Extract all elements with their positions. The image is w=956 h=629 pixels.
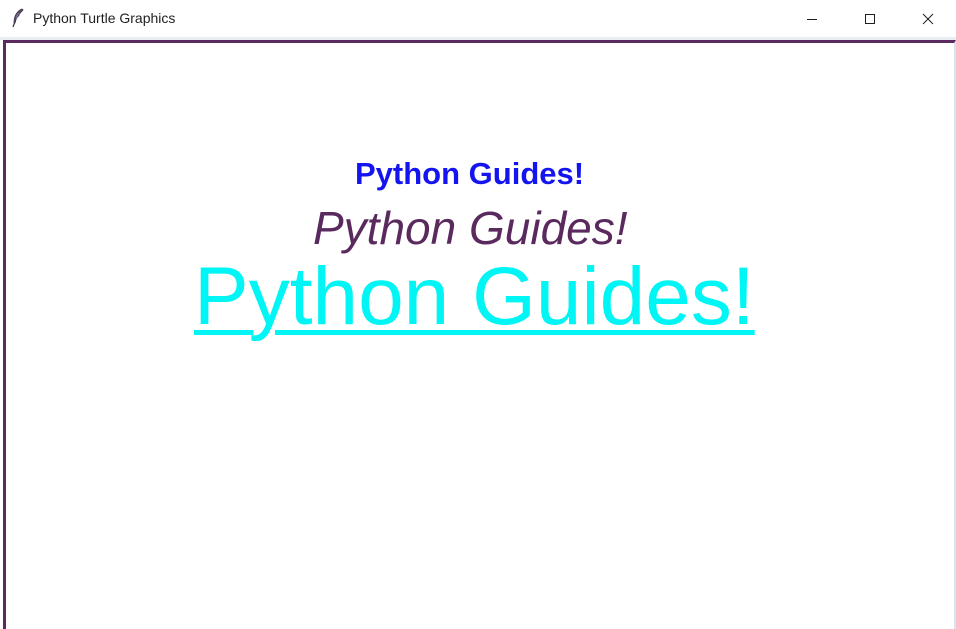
- canvas-text-bold: Python Guides!: [355, 156, 585, 191]
- turtle-window: Python Turtle Graphics Python Guides! Py…: [0, 0, 956, 629]
- minimize-button[interactable]: [783, 0, 841, 37]
- close-button[interactable]: [899, 0, 956, 37]
- maximize-button[interactable]: [841, 0, 899, 37]
- canvas-text-underline: Python Guides!: [194, 251, 755, 342]
- minimize-icon: [807, 18, 817, 20]
- window-title: Python Turtle Graphics: [33, 10, 176, 26]
- maximize-icon: [865, 13, 875, 24]
- feather-icon: [12, 8, 24, 28]
- title-bar[interactable]: Python Turtle Graphics: [0, 0, 956, 37]
- canvas-text-italic: Python Guides!: [313, 202, 628, 254]
- close-icon: [922, 13, 934, 24]
